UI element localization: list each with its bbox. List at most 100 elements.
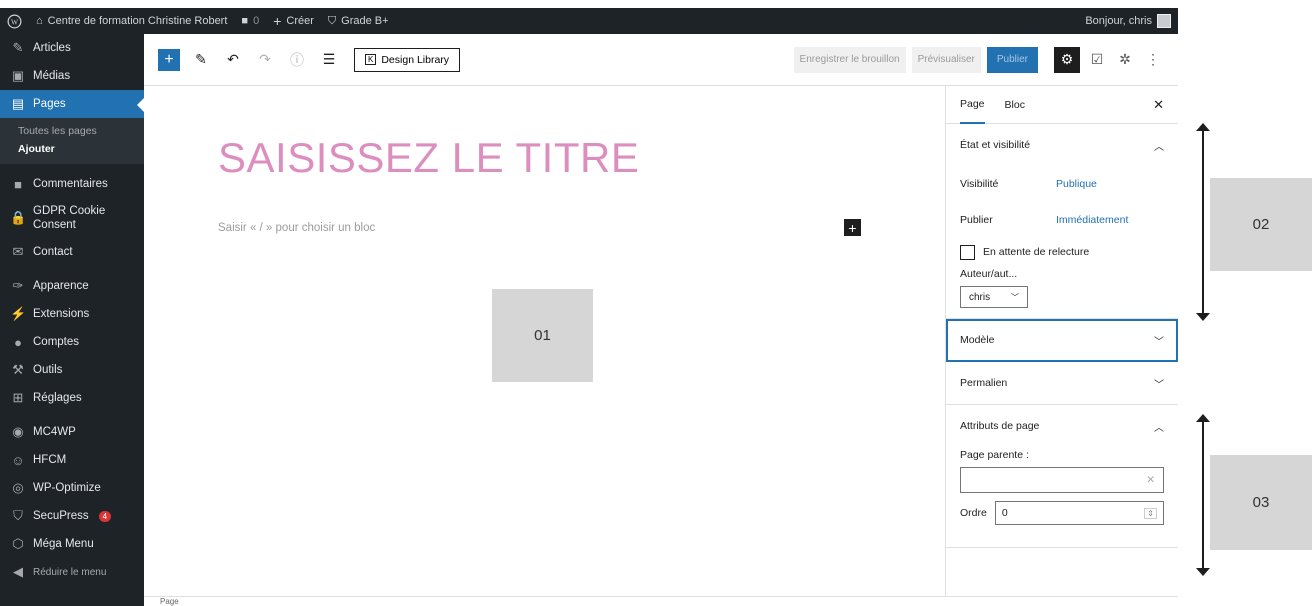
menu-item-tools[interactable]: ⚒ Outils	[0, 356, 144, 384]
comment-icon: ■	[14, 176, 22, 192]
order-row: Ordre 0 ⇕	[946, 501, 1178, 525]
settings-button[interactable]: ⚙	[1054, 46, 1080, 73]
close-icon[interactable]: ✕	[1153, 97, 1164, 113]
breadcrumb[interactable]: Page	[160, 597, 179, 606]
options-button[interactable]: ⋮	[1142, 47, 1164, 73]
menu-label: Comptes	[33, 336, 80, 348]
menu-item-mc4wp[interactable]: ◉ MC4WP	[0, 418, 144, 446]
menu-item-medias[interactable]: ▣ Médias	[0, 62, 144, 90]
user-icon: ●	[14, 334, 22, 350]
plugin-sidebar-button[interactable]: ✲	[1114, 47, 1136, 73]
chevron-down-icon: ﹀	[1154, 379, 1164, 391]
stepper-icon[interactable]: ⇕	[1144, 507, 1157, 519]
menu-item-accounts[interactable]: ● Comptes	[0, 328, 144, 356]
design-library-button[interactable]: K Design Library	[354, 47, 461, 72]
redo-icon: ↷	[259, 51, 271, 67]
clear-icon[interactable]: ✕	[1146, 474, 1155, 486]
block-appender[interactable]: Saisir « / » pour choisir un bloc	[218, 222, 375, 234]
callout-02: 02	[1210, 178, 1312, 271]
sidebar-tabs: Page Bloc ✕	[946, 86, 1178, 124]
yoast-button[interactable]: ☑	[1086, 47, 1108, 73]
chevron-up-icon: ︿	[1154, 141, 1164, 153]
menu-item-comments[interactable]: ■ Commentaires	[0, 170, 144, 198]
wrench-icon: ⚒	[12, 362, 24, 377]
menu-item-pages[interactable]: ▤ Pages	[0, 90, 144, 118]
panel-template: Modèle ﹀	[946, 319, 1178, 362]
menu-item-extensions[interactable]: ⚡ Extensions	[0, 300, 144, 328]
pending-review-checkbox[interactable]	[960, 244, 975, 260]
menu-item-appearance[interactable]: ✑ Apparence	[0, 272, 144, 300]
menu-item-settings[interactable]: ⊞ Réglages	[0, 384, 144, 412]
mc4wp-icon: ◉	[12, 424, 24, 439]
collapse-menu-button[interactable]: ◀ Réduire le menu	[0, 558, 144, 586]
optimize-icon: ◎	[12, 480, 24, 495]
brush-icon: ✑	[12, 278, 24, 293]
menu-item-articles[interactable]: ✎ Articles	[0, 34, 144, 62]
new-content-link[interactable]: + Créer	[266, 8, 321, 34]
order-input[interactable]: 0 ⇕	[994, 501, 1164, 525]
save-draft-button[interactable]: Enregistrer le brouillon	[793, 46, 906, 73]
account-link[interactable]: Bonjour, chris	[1078, 8, 1178, 34]
header-actions: Enregistrer le brouillon Prévisualiser P…	[793, 46, 1164, 73]
menu-item-contact[interactable]: ✉ Contact	[0, 238, 144, 266]
wordpress-logo-icon[interactable]: W	[0, 8, 29, 34]
panel-toggle[interactable]: Permalien ﹀	[946, 362, 1178, 404]
list-view-button[interactable]: ☰	[318, 49, 340, 71]
preview-button[interactable]: Prévisualiser	[911, 46, 981, 73]
undo-button[interactable]: ↶	[222, 49, 244, 71]
plus-icon: +	[848, 219, 857, 236]
parent-page-input[interactable]: ✕	[960, 467, 1164, 493]
arrow-head-down	[1196, 568, 1210, 576]
submenu-all-pages[interactable]: Toutes les pages	[0, 122, 144, 140]
robot-icon: ☺	[11, 452, 25, 468]
tools-button[interactable]: ✎	[190, 49, 212, 71]
publish-date-toggle[interactable]: Immédiatement	[1056, 214, 1128, 226]
menu-label: Apparence	[33, 280, 89, 292]
menu-label: Réduire le menu	[33, 566, 107, 578]
site-name-link[interactable]: ⌂ Centre de formation Christine Robert	[29, 8, 234, 34]
inline-add-block-button[interactable]: +	[844, 219, 861, 236]
redo-button[interactable]: ↷	[254, 49, 276, 71]
visibility-row: Visibilité Publique	[946, 166, 1178, 202]
menu-label: MC4WP	[33, 426, 76, 438]
menu-item-wp-optimize[interactable]: ◎ WP-Optimize	[0, 474, 144, 502]
gear-icon: ⚙	[1060, 51, 1074, 67]
author-value: chris	[969, 291, 991, 303]
callout-03: 03	[1210, 455, 1312, 550]
avatar	[1157, 14, 1171, 28]
shield-icon: ⛉	[327, 14, 337, 27]
comments-link[interactable]: ■ 0	[234, 8, 266, 34]
kadence-logo-icon: K	[365, 54, 377, 65]
post-title-input[interactable]: SAISISSEZ LE TITRE	[218, 134, 639, 182]
grade-link[interactable]: ⛉ Grade B+	[321, 8, 396, 34]
menu-item-hfcm[interactable]: ☺ HFCM	[0, 446, 144, 474]
tab-block[interactable]: Bloc	[1005, 86, 1025, 124]
panel-toggle[interactable]: Attributs de page ︿	[946, 405, 1178, 447]
shield-icon: ⛉	[13, 508, 23, 523]
menu-label: SecuPress	[33, 510, 89, 522]
chevron-down-icon: ﹀	[1154, 336, 1164, 348]
menu-item-gdpr[interactable]: 🔒 GDPR Cookie Consent	[0, 198, 144, 238]
pencil-icon: ✎	[195, 51, 207, 67]
menu-item-secupress[interactable]: ⛉ SecuPress 4	[0, 502, 144, 530]
publish-button[interactable]: Publier	[986, 46, 1038, 73]
admin-menu: ✎ Articles ▣ Médias ▤ Pages Toutes les page…	[0, 34, 144, 606]
visibility-toggle[interactable]: Publique	[1056, 178, 1097, 190]
plugin-icon: ⚡	[10, 306, 27, 321]
add-block-button[interactable]: +	[158, 48, 180, 71]
panel-title: Permalien	[960, 377, 1008, 389]
author-select[interactable]: chris ﹀	[960, 286, 1028, 308]
panel-toggle[interactable]: Modèle ﹀	[946, 319, 1178, 361]
undo-icon: ↶	[227, 51, 239, 67]
details-button[interactable]: ⓘ	[286, 49, 308, 71]
panel-toggle[interactable]: État et visibilité ︿	[946, 124, 1178, 166]
panel-permalink: Permalien ﹀	[946, 362, 1178, 405]
tab-page[interactable]: Page	[960, 86, 985, 124]
new-label: Créer	[286, 15, 314, 27]
panel-title: État et visibilité	[960, 139, 1031, 151]
menu-item-mega-menu[interactable]: ⬡ Méga Menu	[0, 530, 144, 558]
publish-label: Publier	[960, 214, 993, 226]
mail-icon: ✉	[12, 244, 24, 259]
submenu-add[interactable]: Ajouter	[0, 140, 144, 158]
arrow-head-down	[1196, 313, 1210, 321]
